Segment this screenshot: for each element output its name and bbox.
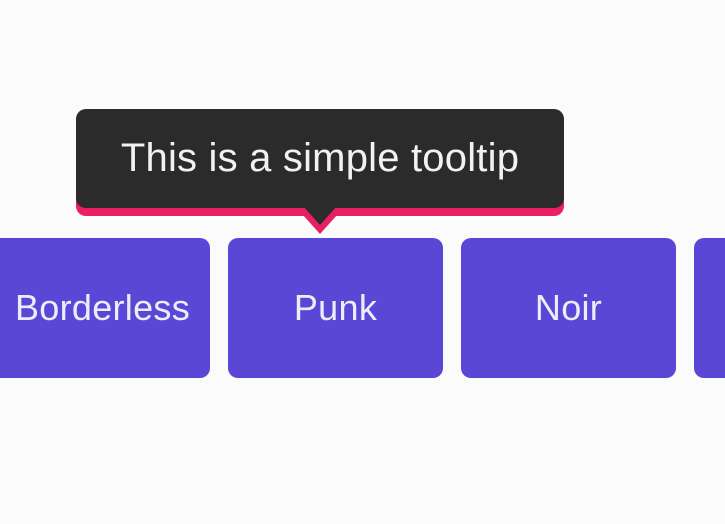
- button-shadow[interactable]: Shadow: [694, 238, 725, 378]
- button-row: Borderless Punk Noir Shadow: [0, 238, 725, 378]
- button-label: Borderless: [15, 287, 190, 329]
- button-noir[interactable]: Noir: [461, 238, 676, 378]
- button-borderless[interactable]: Borderless: [0, 238, 210, 378]
- tooltip: This is a simple tooltip: [76, 109, 564, 208]
- button-label: Noir: [535, 287, 602, 329]
- demo-stage: This is a simple tooltip Borderless Punk…: [0, 0, 725, 524]
- button-label: Punk: [294, 287, 377, 329]
- button-punk[interactable]: Punk: [228, 238, 443, 378]
- tooltip-bubble: This is a simple tooltip: [76, 109, 564, 208]
- tooltip-text: This is a simple tooltip: [121, 136, 519, 181]
